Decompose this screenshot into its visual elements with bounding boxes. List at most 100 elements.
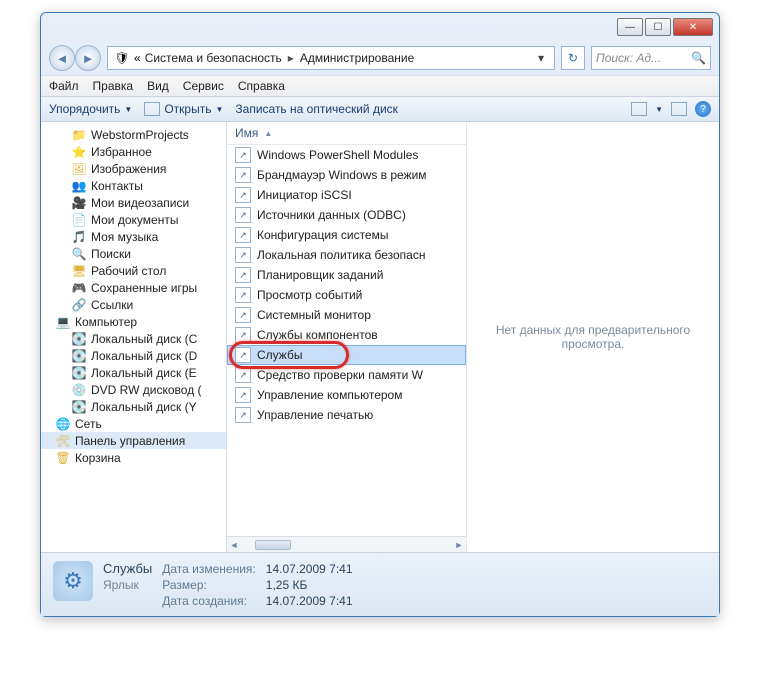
maximize-button[interactable]: ☐ — [645, 18, 671, 36]
column-header-name[interactable]: Имя ▲ — [227, 122, 466, 145]
tree-item[interactable]: 💽 Локальный диск (Y — [41, 398, 226, 415]
preview-pane-button[interactable] — [671, 102, 687, 116]
organize-button[interactable]: Упорядочить ▼ — [49, 102, 132, 116]
menu-tools[interactable]: Сервис — [183, 79, 224, 93]
file-item[interactable]: ↗Средство проверки памяти W — [227, 365, 466, 385]
file-item-label: Windows PowerShell Modules — [257, 148, 418, 162]
tree-item[interactable]: 💽Локальный диск (C — [41, 330, 226, 347]
title-bar: — ☐ ✕ — [41, 13, 719, 41]
menu-view[interactable]: Вид — [147, 79, 169, 93]
tree-item-label: Локальный диск (Y — [91, 400, 197, 414]
file-item-label: Системный монитор — [257, 308, 371, 322]
file-item[interactable]: ↗Локальная политика безопасн — [227, 245, 466, 265]
tree-item-label: Сохраненные игры — [91, 281, 197, 295]
open-button[interactable]: Открыть ▼ — [144, 102, 223, 116]
shortcut-icon: ↗ — [235, 147, 251, 163]
tree-item[interactable]: 📄Мои документы — [41, 211, 226, 228]
tree-item-label: Сеть — [75, 417, 102, 431]
tree-item[interactable]: ⭐Избранное — [41, 143, 226, 160]
open-icon — [144, 102, 160, 116]
folder-icon: 🛠 — [55, 433, 71, 448]
forward-button[interactable]: ► — [75, 45, 101, 71]
file-item[interactable]: ↗Управление печатью — [227, 405, 466, 425]
tree-item-label: Моя музыка — [91, 230, 158, 244]
folder-icon: 💽 — [71, 399, 87, 414]
details-modified: 14.07.2009 7:41 — [266, 562, 353, 576]
file-item[interactable]: ↗Службы — [227, 345, 466, 365]
tree-item[interactable]: 💽 Локальный диск (D — [41, 347, 226, 364]
breadcrumb-part-2[interactable]: Администрирование — [300, 51, 414, 65]
shortcut-icon: ↗ — [235, 207, 251, 223]
menu-help[interactable]: Справка — [238, 79, 285, 93]
file-item[interactable]: ↗Источники данных (ODBC) — [227, 205, 466, 225]
breadcrumb-part-1[interactable]: Система и безопасность — [145, 51, 282, 65]
folder-icon: 💽 — [71, 348, 87, 363]
scroll-right-icon[interactable]: ► — [452, 540, 466, 550]
h-scrollbar[interactable]: ◄ ► — [227, 536, 466, 552]
burn-button[interactable]: Записать на оптический диск — [235, 102, 398, 116]
folder-icon: 🖼 — [71, 161, 87, 176]
menu-edit[interactable]: Правка — [93, 79, 134, 93]
file-item-label: Управление компьютером — [257, 388, 402, 402]
address-dropdown-icon[interactable]: ▾ — [534, 51, 548, 65]
tree-item[interactable]: 🎵Моя музыка — [41, 228, 226, 245]
help-button[interactable]: ? — [695, 101, 711, 117]
file-item[interactable]: ↗Инициатор iSCSI — [227, 185, 466, 205]
tree-item[interactable]: 🖥 Рабочий стол — [41, 262, 226, 279]
file-item[interactable]: ↗Планировщик заданий — [227, 265, 466, 285]
details-created: 14.07.2009 7:41 — [266, 594, 353, 608]
folder-icon: ⭐ — [71, 144, 87, 159]
file-list[interactable]: Имя ▲ ↗ Windows PowerShell Modules ↗Брандм… — [227, 122, 467, 552]
refresh-button[interactable]: ↻ — [561, 46, 585, 70]
minimize-button[interactable]: — — [617, 18, 643, 36]
folder-icon: 🎥 — [71, 195, 87, 210]
file-item[interactable]: ↗Службы компонентов — [227, 325, 466, 345]
tree-item[interactable]: 🛠 Панель управления — [41, 432, 226, 449]
file-item[interactable]: ↗Управление компьютером — [227, 385, 466, 405]
details-size-label: Размер: — [162, 578, 256, 592]
tree-item-label: Панель управления — [75, 434, 185, 448]
file-item[interactable]: ↗Просмотр событий — [227, 285, 466, 305]
tree-item-label: Ссылки — [91, 298, 133, 312]
shortcut-icon: ↗ — [235, 247, 251, 263]
details-name: Службы — [103, 561, 152, 576]
tree-item[interactable]: 🌐Сеть — [41, 415, 226, 432]
nav-tree[interactable]: 📁WebstormProjects⭐Избранное🖼Изображения👥… — [41, 122, 227, 552]
tree-item-label: Локальный диск (D — [91, 349, 197, 363]
folder-icon: 🖥 — [71, 263, 87, 278]
scroll-thumb[interactable] — [255, 540, 291, 550]
tree-item[interactable]: 🔗 Ссылки — [41, 296, 226, 313]
file-item[interactable]: ↗Конфигурация системы — [227, 225, 466, 245]
tree-item[interactable]: 💻Компьютер — [41, 313, 226, 330]
file-item[interactable]: ↗Системный монитор — [227, 305, 466, 325]
nav-row: ◄ ► 🛡 « Система и безопасность ▸ Админис… — [41, 41, 719, 75]
tree-item-label: Мои видеозаписи — [91, 196, 189, 210]
file-item[interactable]: ↗Брандмауэр Windows в режим — [227, 165, 466, 185]
search-input[interactable]: Поиск: Ад... 🔍 — [591, 46, 711, 70]
tree-item[interactable]: 🎮Сохраненные игры — [41, 279, 226, 296]
details-modified-label: Дата изменения: — [162, 562, 256, 576]
chevron-down-icon[interactable]: ▼ — [655, 105, 663, 114]
tree-item[interactable]: 👥Контакты — [41, 177, 226, 194]
tree-item-label: Рабочий стол — [91, 264, 166, 278]
back-button[interactable]: ◄ — [49, 45, 75, 71]
tree-item[interactable]: 📁WebstormProjects — [41, 126, 226, 143]
tree-item[interactable]: 🗑Корзина — [41, 449, 226, 466]
tree-item[interactable]: 💽Локальный диск (E — [41, 364, 226, 381]
menu-file[interactable]: Файл — [49, 79, 79, 93]
close-button[interactable]: ✕ — [673, 18, 713, 36]
services-icon: ⚙ — [53, 561, 93, 601]
tree-item[interactable]: 🔍Поиски — [41, 245, 226, 262]
scroll-left-icon[interactable]: ◄ — [227, 540, 241, 550]
folder-icon: 🔗 — [71, 297, 87, 312]
tree-item-label: DVD RW дисковод ( — [91, 383, 202, 397]
tree-item[interactable]: 🎥 Мои видеозаписи — [41, 194, 226, 211]
file-item[interactable]: ↗ Windows PowerShell Modules — [227, 145, 466, 165]
tree-item[interactable]: 💿DVD RW дисковод ( — [41, 381, 226, 398]
view-mode-button[interactable] — [631, 102, 647, 116]
sort-asc-icon: ▲ — [264, 129, 272, 138]
folder-icon: 💽 — [71, 331, 87, 346]
tree-item[interactable]: 🖼Изображения — [41, 160, 226, 177]
preview-pane: Нет данных для предварительного просмотр… — [467, 122, 719, 552]
address-bar[interactable]: 🛡 « Система и безопасность ▸ Администрир… — [107, 46, 555, 70]
